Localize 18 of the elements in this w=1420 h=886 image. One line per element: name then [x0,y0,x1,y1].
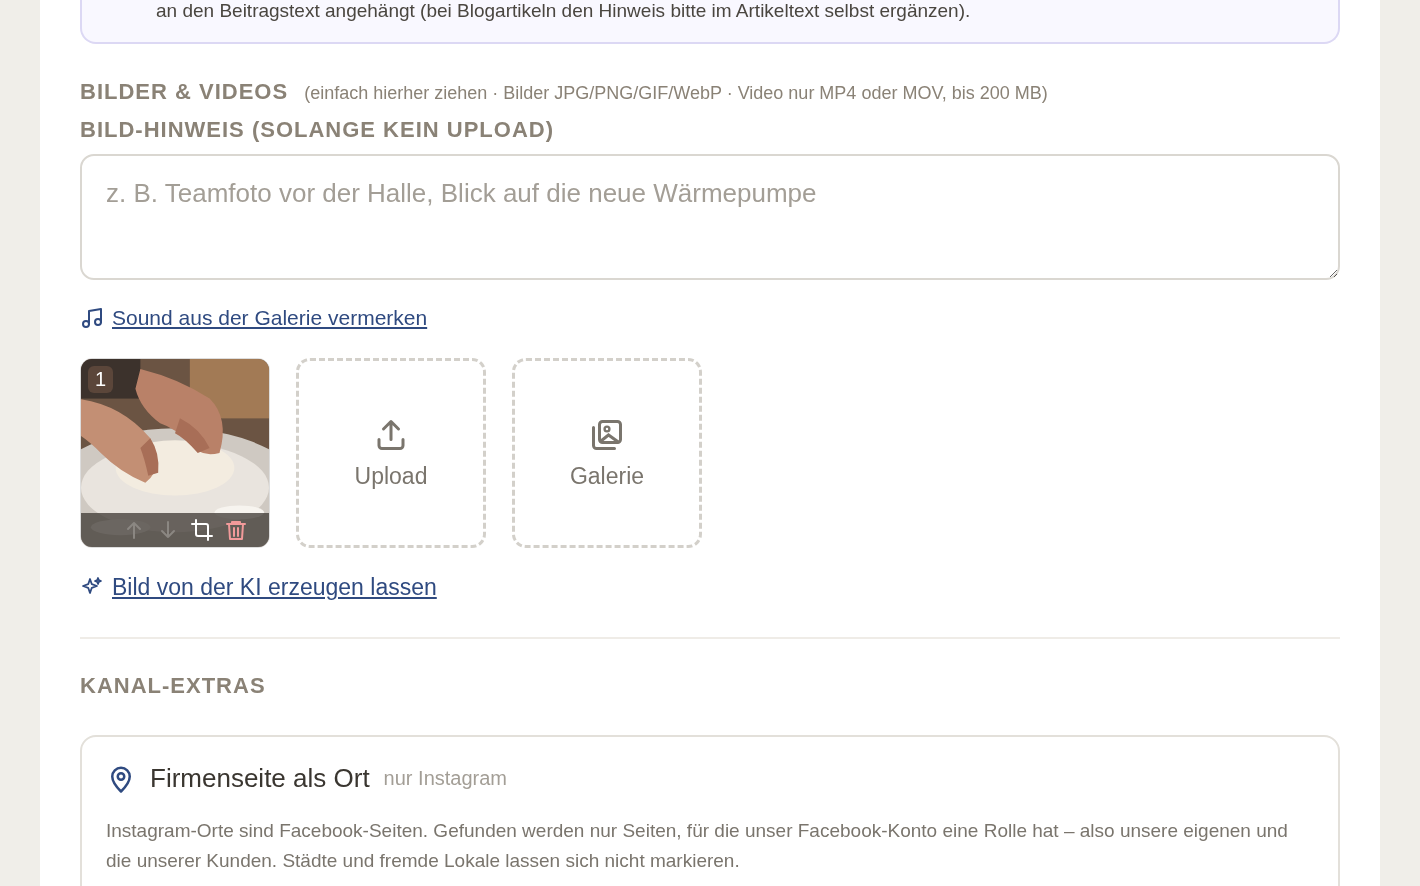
order-badge: 1 [88,366,114,393]
image-hint-field[interactable]: z. B. Teamfoto vor der Halle, Blick auf die neue Wärmepumpe [80,154,1340,280]
crop-icon [190,518,214,542]
music-note-icon [80,306,104,330]
card-title: Firmenseite als Ort [150,763,370,794]
section-title: KANAL-EXTRAS [80,673,267,699]
ai-image-link[interactable]: Bild von der KI erzeugen lassen [112,574,437,601]
media-hint: (einfach hierher ziehen · Bilder JPG/PNG/GIF/WebP · Video nur MP4 oder MOV, bis 200 MB) [304,83,1048,104]
image-thumbnail[interactable]: 1 [80,358,270,548]
media-label: BILDER & VIDEOS [80,79,289,105]
card-description: Instagram-Orte sind Facebook-Seiten. Gefunden werden nur Seiten, für die unser Facebook-Konto eine Rolle hat – also unsere eigenen und die unserer Kunden. Städte und fremde Lokale lassen sich nicht markieren. [106,819,1289,873]
upload-button[interactable]: Upload [296,358,486,548]
gallery-button[interactable]: Galerie [512,358,702,548]
trash-icon [224,518,248,542]
sound-link[interactable]: Sound aus der Galerie vermerken [112,306,428,330]
notice-text: an den Beitragstext angehängt (bei Blogartikeln den Hinweis bitte im Artikeltext selbst ergänzen). [156,0,971,21]
image-hint-label: BILD-HINWEIS (SOLANGE KEIN UPLOAD) [80,117,555,143]
channel-note: nur Instagram [383,767,507,790]
